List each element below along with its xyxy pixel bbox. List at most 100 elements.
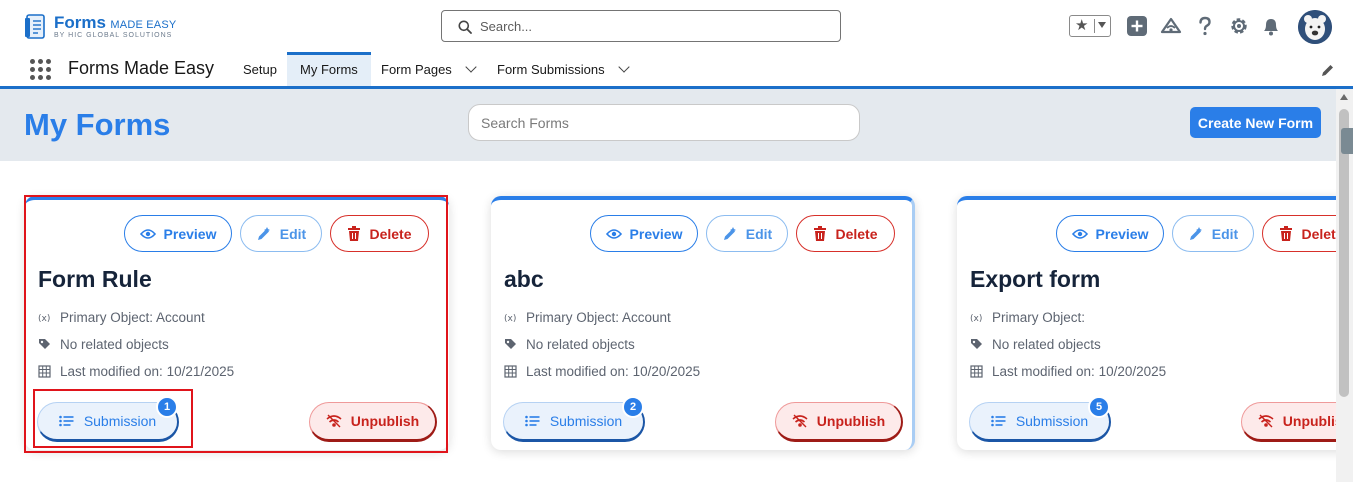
page-header: My Forms Create New Form <box>0 89 1336 161</box>
last-modified-text: Last modified on: 10/20/2025 <box>992 364 1167 379</box>
forms-card-grid: Preview Edit Delete Form Rule (x) Primar… <box>0 161 1336 482</box>
related-objects-row: No related objects <box>38 337 169 352</box>
form-card: Preview Edit Delete Export form (x) Prim… <box>957 196 1336 450</box>
delete-label: Delete <box>1301 225 1336 242</box>
favorites-star-icon: ★ <box>1075 17 1089 34</box>
submission-count-badge: 2 <box>622 396 644 418</box>
help-icon[interactable] <box>1194 15 1216 37</box>
primary-object-text: Primary Object: Account <box>526 310 671 325</box>
submission-count-badge: 5 <box>1088 396 1110 418</box>
chevron-down-icon[interactable] <box>1098 22 1106 28</box>
nav-tab-label: My Forms <box>300 62 358 77</box>
related-objects-row: No related objects <box>504 337 635 352</box>
submission-label: Submission <box>1015 413 1089 429</box>
favorites-button[interactable]: ★ <box>1069 15 1111 37</box>
primary-object-text: Primary Object: <box>992 310 1086 325</box>
delete-button[interactable]: Delete <box>330 215 429 252</box>
divider <box>1094 19 1095 33</box>
related-objects-text: No related objects <box>526 337 635 352</box>
logo-subtitle: BY HIC GLOBAL SOLUTIONS <box>54 32 173 39</box>
edit-label: Edit <box>745 225 773 242</box>
edit-label: Edit <box>279 225 307 242</box>
global-search-input[interactable] <box>480 16 830 36</box>
app-navigation-bar: Forms Made Easy Setup My Forms Form Page… <box>0 52 1353 89</box>
tag-icon <box>505 339 516 349</box>
preview-label: Preview <box>1095 225 1149 242</box>
delete-button[interactable]: Delete <box>796 215 895 252</box>
settings-gear-icon[interactable] <box>1228 15 1250 37</box>
trailhead-icon[interactable] <box>1160 15 1182 37</box>
chevron-down-icon[interactable] <box>465 61 478 73</box>
edit-nav-pencil-icon[interactable] <box>1320 63 1335 78</box>
forms-search-box[interactable] <box>468 104 860 141</box>
edit-button[interactable]: Edit <box>240 215 322 252</box>
add-icon[interactable] <box>1126 15 1148 37</box>
unpublish-label: Unpublish <box>816 413 886 429</box>
nav-tab-label: Form Submissions <box>497 62 605 77</box>
edit-button[interactable]: Edit <box>706 215 788 252</box>
scroll-up-arrow[interactable] <box>1340 94 1348 100</box>
global-header: Forms MADE EASY BY HIC GLOBAL SOLUTIONS … <box>0 0 1353 52</box>
related-objects-text: No related objects <box>992 337 1101 352</box>
eye-icon <box>139 228 156 239</box>
unpublish-button[interactable]: Unpublish <box>309 402 437 442</box>
page-title: My Forms <box>24 107 171 142</box>
submission-count-badge: 1 <box>156 396 178 418</box>
nav-tab-my-forms[interactable]: My Forms <box>287 52 371 86</box>
create-new-form-button[interactable]: Create New Form <box>1190 107 1321 138</box>
unpublish-label: Unpublish <box>350 413 420 429</box>
unpublish-wifi-icon <box>792 414 808 428</box>
preview-button[interactable]: Preview <box>1056 215 1164 252</box>
variable-icon: (x) <box>504 314 516 324</box>
side-panel-tab[interactable] <box>1341 128 1353 154</box>
calendar-grid-icon <box>38 365 51 378</box>
calendar-grid-icon <box>504 365 517 378</box>
pencil-icon <box>723 226 736 240</box>
app-name: Forms Made Easy <box>68 58 215 78</box>
preview-button[interactable]: Preview <box>124 215 232 252</box>
tag-icon <box>39 339 50 349</box>
app-logo[interactable]: Forms MADE EASY BY HIC GLOBAL SOLUTIONS <box>24 12 184 42</box>
last-modified-text: Last modified on: 10/21/2025 <box>60 364 235 379</box>
submission-label: Submission <box>549 413 623 429</box>
last-modified-row: Last modified on: 10/20/2025 <box>504 364 700 379</box>
user-avatar[interactable] <box>1298 10 1332 44</box>
app-launcher-waffle-icon[interactable] <box>30 59 52 81</box>
trash-icon <box>1280 225 1293 241</box>
trash-icon <box>348 225 361 241</box>
form-card: Preview Edit Delete Form Rule (x) Primar… <box>25 196 449 450</box>
nav-tab-form-pages[interactable]: Form Pages <box>369 52 487 86</box>
unpublish-button[interactable]: Unpublish <box>775 402 903 442</box>
eye-icon <box>1071 228 1088 239</box>
eye-icon <box>605 228 622 239</box>
search-icon <box>458 20 472 34</box>
svg-text:(x): (x) <box>38 314 50 324</box>
notifications-bell-icon[interactable] <box>1260 15 1282 37</box>
form-title: abc <box>504 266 544 292</box>
calendar-grid-icon <box>970 365 983 378</box>
related-objects-text: No related objects <box>60 337 169 352</box>
svg-text:(x): (x) <box>970 314 982 324</box>
global-search-box[interactable] <box>441 10 841 42</box>
last-modified-text: Last modified on: 10/20/2025 <box>526 364 701 379</box>
form-title: Form Rule <box>38 266 152 292</box>
forms-search-input[interactable] <box>481 114 841 132</box>
edit-button[interactable]: Edit <box>1172 215 1254 252</box>
preview-button[interactable]: Preview <box>590 215 698 252</box>
unpublish-button[interactable]: Unpublish <box>1241 402 1336 442</box>
unpublish-wifi-icon <box>1258 414 1274 428</box>
list-icon <box>59 415 74 427</box>
nav-tab-label: Setup <box>243 62 277 77</box>
preview-label: Preview <box>629 225 683 242</box>
tag-icon <box>971 339 982 349</box>
nav-tab-setup[interactable]: Setup <box>232 52 288 86</box>
nav-tab-form-submissions[interactable]: Form Submissions <box>485 52 640 86</box>
logo-document-icon <box>25 14 45 39</box>
chevron-down-icon[interactable] <box>618 61 630 73</box>
delete-button[interactable]: Delete <box>1262 215 1336 252</box>
variable-icon: (x) <box>970 314 982 324</box>
delete-label: Delete <box>835 225 878 242</box>
delete-label: Delete <box>369 225 412 242</box>
list-icon <box>991 415 1006 427</box>
logo-title: Forms MADE EASY <box>54 13 177 32</box>
